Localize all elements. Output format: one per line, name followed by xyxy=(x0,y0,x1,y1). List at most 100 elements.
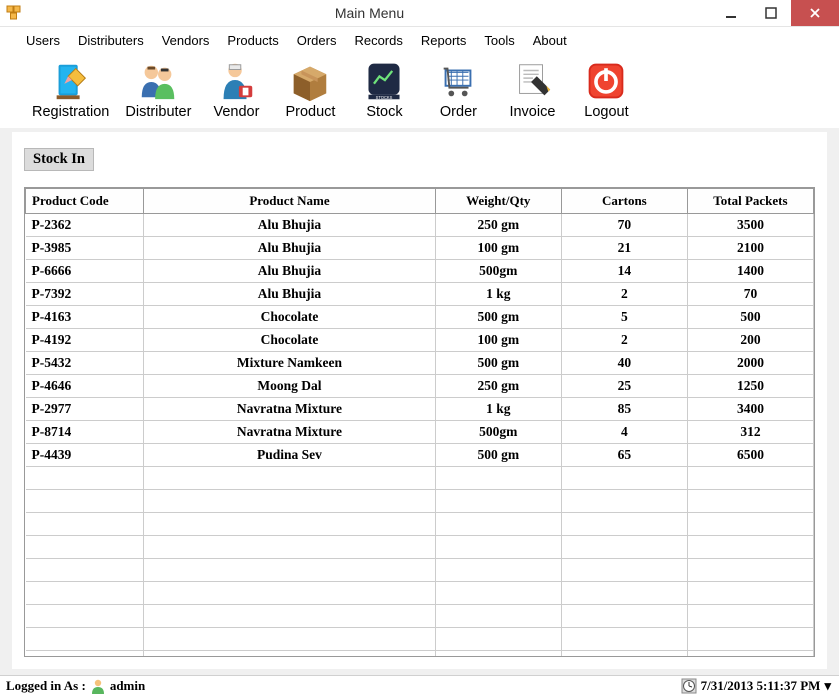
cell[interactable]: Mixture Namkeen xyxy=(144,352,436,375)
cell[interactable]: Alu Bhujia xyxy=(144,283,436,306)
cell[interactable]: 2100 xyxy=(687,237,813,260)
table-row[interactable]: P-7392Alu Bhujia1 kg270 xyxy=(26,283,814,306)
cell[interactable]: 200 xyxy=(687,329,813,352)
cell[interactable]: Navratna Mixture xyxy=(144,421,436,444)
col-header-weight-qty[interactable]: Weight/Qty xyxy=(435,189,561,214)
cell[interactable]: Alu Bhujia xyxy=(144,260,436,283)
cell[interactable]: 500gm xyxy=(435,421,561,444)
table-row[interactable]: P-4163Chocolate500 gm5500 xyxy=(26,306,814,329)
toolbar-registration[interactable]: Registration xyxy=(26,56,115,122)
toolbar-stock[interactable]: STOCKS Stock xyxy=(349,56,419,122)
cell[interactable]: 500gm xyxy=(435,260,561,283)
toolbar-order[interactable]: Order xyxy=(423,56,493,122)
toolbar-distributer[interactable]: Distributer xyxy=(119,56,197,122)
cell[interactable]: P-2977 xyxy=(26,398,144,421)
cell[interactable]: 2000 xyxy=(687,352,813,375)
col-header-product-code[interactable]: Product Code xyxy=(26,189,144,214)
cell-empty xyxy=(435,582,561,605)
cell[interactable]: 2 xyxy=(561,329,687,352)
table-row[interactable]: P-4646Moong Dal250 gm251250 xyxy=(26,375,814,398)
table-row[interactable]: P-4192Chocolate100 gm2200 xyxy=(26,329,814,352)
cell[interactable]: 500 xyxy=(687,306,813,329)
col-header-product-name[interactable]: Product Name xyxy=(144,189,436,214)
table-row[interactable]: P-5432Mixture Namkeen500 gm402000 xyxy=(26,352,814,375)
table-row[interactable]: P-8714Navratna Mixture500gm4312 xyxy=(26,421,814,444)
cell[interactable]: 4 xyxy=(561,421,687,444)
cell-empty xyxy=(687,513,813,536)
toolbar-product[interactable]: Product xyxy=(275,56,345,122)
toolbar-vendor[interactable]: Vendor xyxy=(201,56,271,122)
toolbar-invoice[interactable]: Invoice xyxy=(497,56,567,122)
cell[interactable]: 2 xyxy=(561,283,687,306)
cell[interactable]: 500 gm xyxy=(435,444,561,467)
maximize-button[interactable] xyxy=(751,0,791,26)
menu-tools[interactable]: Tools xyxy=(484,33,514,48)
cell[interactable]: 3500 xyxy=(687,214,813,237)
cell[interactable]: 1400 xyxy=(687,260,813,283)
cell[interactable]: 250 gm xyxy=(435,214,561,237)
cell[interactable]: 6500 xyxy=(687,444,813,467)
cell[interactable]: P-3985 xyxy=(26,237,144,260)
cell-empty xyxy=(26,582,144,605)
cell[interactable]: P-7392 xyxy=(26,283,144,306)
cell[interactable]: P-4439 xyxy=(26,444,144,467)
table-row-empty xyxy=(26,536,814,559)
cell[interactable]: 70 xyxy=(561,214,687,237)
menu-distributers[interactable]: Distributers xyxy=(78,33,144,48)
cell[interactable]: 1250 xyxy=(687,375,813,398)
cell[interactable]: Chocolate xyxy=(144,306,436,329)
menu-orders[interactable]: Orders xyxy=(297,33,337,48)
cell[interactable]: 21 xyxy=(561,237,687,260)
cell[interactable]: 1 kg xyxy=(435,283,561,306)
power-icon xyxy=(583,58,629,104)
cell[interactable]: 25 xyxy=(561,375,687,398)
status-datetime-arrow[interactable]: ▾ xyxy=(824,678,831,694)
menu-reports[interactable]: Reports xyxy=(421,33,467,48)
cell[interactable]: 85 xyxy=(561,398,687,421)
menu-users[interactable]: Users xyxy=(26,33,60,48)
cell-empty xyxy=(435,605,561,628)
cell[interactable]: Chocolate xyxy=(144,329,436,352)
cell[interactable]: Alu Bhujia xyxy=(144,237,436,260)
cell-empty xyxy=(26,628,144,651)
table-row[interactable]: P-6666Alu Bhujia500gm141400 xyxy=(26,260,814,283)
toolbar-logout[interactable]: Logout xyxy=(571,56,641,122)
cell[interactable]: 100 gm xyxy=(435,329,561,352)
col-header-total-packets[interactable]: Total Packets xyxy=(687,189,813,214)
close-button[interactable] xyxy=(791,0,839,26)
menu-about[interactable]: About xyxy=(533,33,567,48)
table-row[interactable]: P-4439Pudina Sev500 gm656500 xyxy=(26,444,814,467)
cell[interactable]: 65 xyxy=(561,444,687,467)
cell[interactable]: 100 gm xyxy=(435,237,561,260)
cell[interactable]: 5 xyxy=(561,306,687,329)
menu-products[interactable]: Products xyxy=(227,33,278,48)
cell[interactable]: 500 gm xyxy=(435,306,561,329)
cell[interactable]: P-2362 xyxy=(26,214,144,237)
menu-records[interactable]: Records xyxy=(354,33,402,48)
cell[interactable]: 312 xyxy=(687,421,813,444)
col-header-cartons[interactable]: Cartons xyxy=(561,189,687,214)
minimize-button[interactable] xyxy=(711,0,751,26)
table-row[interactable]: P-2362Alu Bhujia250 gm703500 xyxy=(26,214,814,237)
cell[interactable]: 3400 xyxy=(687,398,813,421)
cell[interactable]: P-5432 xyxy=(26,352,144,375)
cell[interactable]: P-8714 xyxy=(26,421,144,444)
cell[interactable]: Navratna Mixture xyxy=(144,398,436,421)
cell[interactable]: P-4192 xyxy=(26,329,144,352)
cell[interactable]: Pudina Sev xyxy=(144,444,436,467)
cell[interactable]: Alu Bhujia xyxy=(144,214,436,237)
cell[interactable]: 1 kg xyxy=(435,398,561,421)
cell[interactable]: 250 gm xyxy=(435,375,561,398)
cell[interactable]: P-4163 xyxy=(26,306,144,329)
table-row[interactable]: P-3985Alu Bhujia100 gm212100 xyxy=(26,237,814,260)
cell[interactable]: 70 xyxy=(687,283,813,306)
cell[interactable]: P-6666 xyxy=(26,260,144,283)
cell[interactable]: Moong Dal xyxy=(144,375,436,398)
menu-vendors[interactable]: Vendors xyxy=(162,33,210,48)
stock-grid[interactable]: Product Code Product Name Weight/Qty Car… xyxy=(24,187,815,657)
cell[interactable]: 14 xyxy=(561,260,687,283)
table-row[interactable]: P-2977Navratna Mixture1 kg853400 xyxy=(26,398,814,421)
cell[interactable]: 500 gm xyxy=(435,352,561,375)
cell[interactable]: P-4646 xyxy=(26,375,144,398)
cell[interactable]: 40 xyxy=(561,352,687,375)
